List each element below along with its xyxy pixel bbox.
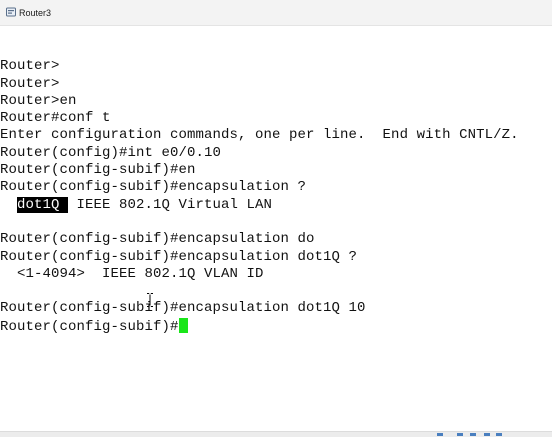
terminal-line-text: Router(config-subif)#encapsulation dot1Q…: [0, 300, 366, 317]
terminal-line: Enter configuration commands, one per li…: [0, 127, 519, 144]
terminal-line-text: Enter configuration commands, one per li…: [0, 127, 519, 144]
terminal-line-text: Router(config-subif)#encapsulation do: [0, 231, 315, 248]
terminal-line-text: Router(config-subif)#: [0, 318, 179, 335]
taskbar-mark: [484, 433, 490, 436]
terminal-line-text: Router(config-subif)#en: [0, 162, 196, 179]
terminal-line: Router>: [0, 76, 519, 93]
terminal-window: Router3 Router> Router> Router>en Router#co…: [0, 0, 552, 437]
terminal-line: Router(config-subif)#en: [0, 162, 519, 179]
window-title: Router3: [19, 8, 52, 18]
terminal-line: Router(config-subif)#: [0, 317, 519, 335]
taskbar-mark: [437, 433, 443, 436]
terminal-line-text: Router(config-subif)#encapsulation ?: [0, 179, 307, 196]
taskbar-mark: [470, 433, 476, 436]
terminal-line-text: Router#conf t: [0, 110, 111, 127]
selected-text[interactable]: dot1Q: [17, 196, 69, 213]
terminal-line: Router(config-subif)#encapsulation dot1Q…: [0, 249, 519, 266]
terminal-cursor: [178, 317, 188, 333]
terminal-line-indent: [0, 197, 17, 213]
text-ibeam-pointer-icon: [147, 293, 153, 307]
terminal-line: Router#conf t: [0, 110, 519, 127]
terminal-line: <1-4094> IEEE 802.1Q VLAN ID: [0, 266, 519, 283]
terminal-line: Router>: [0, 58, 519, 75]
terminal-line-text: Router>: [0, 58, 60, 75]
terminal-line: Router>en: [0, 93, 519, 110]
terminal-line-text: Router>: [0, 75, 60, 92]
terminal-line-text: Router(config)#int e0/0.10: [0, 144, 222, 161]
router-app-icon: [6, 7, 16, 17]
terminal-console[interactable]: Router> Router> Router>en Router#conf t Ente…: [0, 26, 552, 431]
terminal-line: Router(config-subif)#encapsulation do: [0, 231, 519, 248]
terminal-output: Router> Router> Router>en Router#conf t Ente…: [0, 41, 519, 335]
title-bar[interactable]: Router3: [0, 0, 552, 26]
terminal-line-text: Router(config-subif)#encapsulation dot1Q…: [0, 248, 358, 265]
terminal-line-text: Router>en: [0, 92, 77, 109]
terminal-line: Router(config)#int e0/0.10: [0, 145, 519, 162]
terminal-line-text: IEEE 802.1Q Virtual LAN: [68, 196, 273, 213]
taskbar-mark: [496, 433, 502, 436]
terminal-line-text: <1-4094> IEEE 802.1Q VLAN ID: [0, 265, 264, 282]
terminal-line: Router(config-subif)#encapsulation ?: [0, 179, 519, 196]
terminal-line: Router(config-subif)#encapsulation dot1Q…: [0, 300, 519, 317]
taskbar-mark: [457, 433, 463, 436]
terminal-line: dot1Q IEEE 802.1Q Virtual LAN: [0, 196, 519, 214]
